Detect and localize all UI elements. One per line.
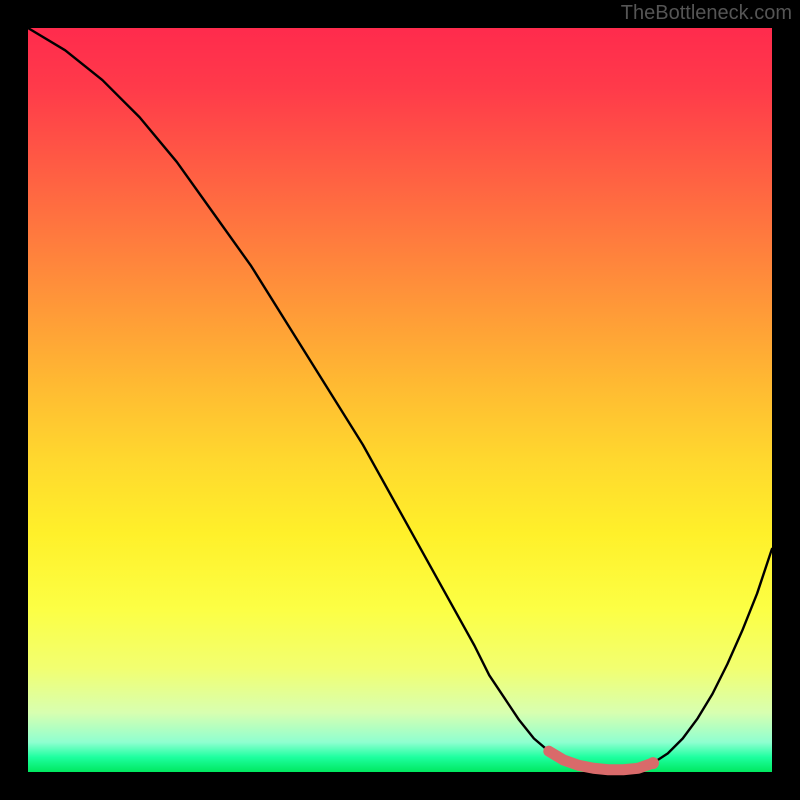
highlight-curve-path xyxy=(549,751,653,770)
plot-area xyxy=(28,28,772,772)
highlight-end-dot xyxy=(647,757,659,769)
watermark-text: TheBottleneck.com xyxy=(621,2,792,25)
chart-container: TheBottleneck.com xyxy=(0,0,800,800)
curve-svg xyxy=(28,28,772,772)
main-curve-path xyxy=(28,28,772,770)
